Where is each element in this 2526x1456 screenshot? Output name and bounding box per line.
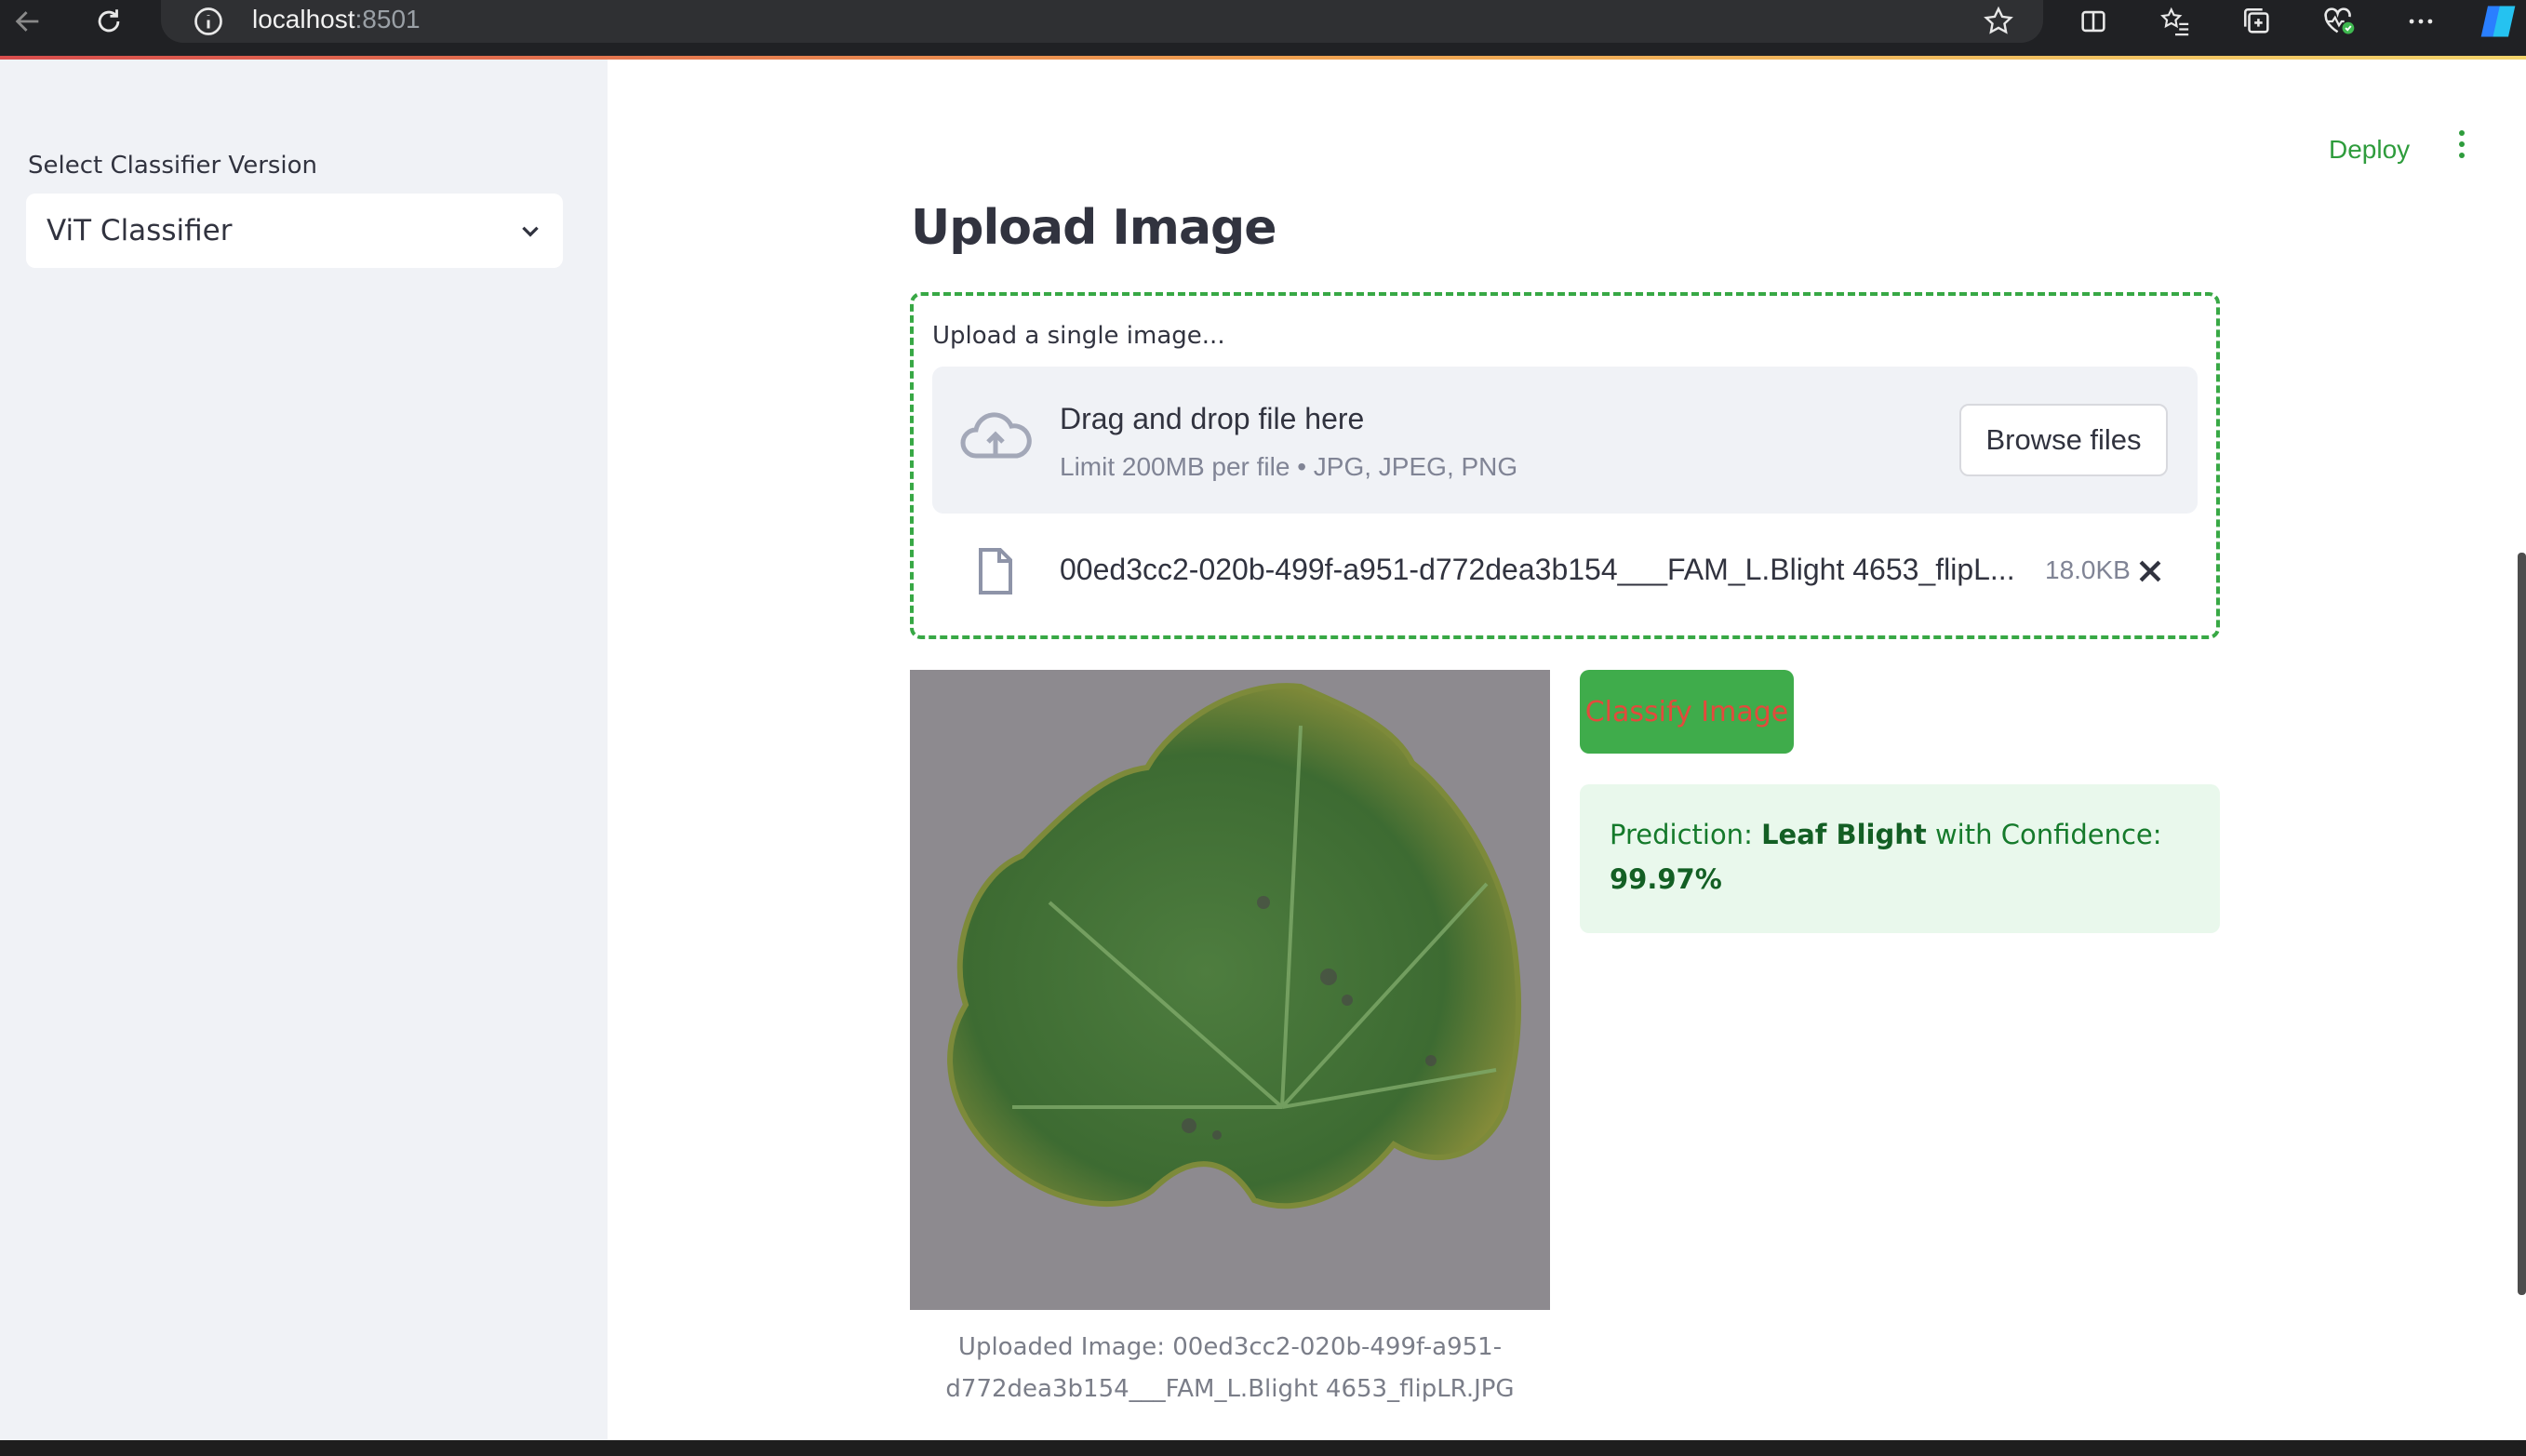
collections-button[interactable] (2229, 0, 2285, 43)
vertical-scrollbar[interactable] (2518, 553, 2526, 1295)
split-screen-icon (2081, 10, 2105, 33)
cloud-upload-icon (960, 412, 1032, 459)
url-text: localhost:8501 (252, 5, 421, 33)
image-caption: Uploaded Image: 00ed3cc2-020b-499f-a951-… (945, 1333, 1515, 1403)
collections-icon (2243, 7, 2269, 33)
favorites-list-icon (2160, 7, 2189, 36)
site-info-icon[interactable] (192, 5, 225, 38)
browse-files-button[interactable]: Browse files (1959, 404, 2168, 476)
copilot-button[interactable] (2470, 0, 2526, 43)
chevron-down-icon (522, 226, 539, 237)
favorite-star-icon[interactable] (1982, 5, 2015, 38)
uploaded-file-name: 00ed3cc2-020b-499f-a951-d772dea3b154___F… (1060, 553, 2015, 586)
classifier-select-value: ViT Classifier (47, 214, 233, 247)
taskbar-edge (0, 1440, 2526, 1456)
uploaded-file-size: 18.0KB (2045, 555, 2131, 584)
reload-button[interactable] (81, 0, 137, 43)
more-menu-button[interactable] (2393, 0, 2449, 43)
prediction-text: Prediction: Leaf Blight with Confidence:… (1610, 819, 2162, 895)
split-screen-button[interactable] (2065, 0, 2121, 43)
prediction-confidence: 99.97% (1610, 863, 1722, 895)
main-menu-button[interactable] (2450, 128, 2474, 160)
deploy-button[interactable]: Deploy (2329, 135, 2410, 165)
classifier-select-label: Select Classifier Version (28, 152, 318, 180)
address-bar[interactable]: localhost:8501 (161, 0, 2043, 43)
reload-icon (98, 9, 120, 33)
page-title: Upload Image (911, 200, 1277, 256)
back-button[interactable] (0, 0, 56, 43)
prediction-alert: Prediction: Leaf Blight with Confidence:… (1580, 784, 2220, 933)
prediction-label: Leaf Blight (1761, 819, 1927, 850)
classify-image-button[interactable]: Classify Image (1580, 670, 1794, 754)
drop-instruction: Drag and drop file here (1060, 402, 1365, 435)
browser-toolbar: localhost:8501 (0, 0, 2526, 56)
file-limit-text: Limit 200MB per file • JPG, JPEG, PNG (1060, 452, 1518, 481)
more-dots-icon (2409, 19, 2433, 24)
file-icon (979, 548, 1012, 594)
uploader-label: Upload a single image... (932, 322, 1225, 350)
health-heart-icon (2324, 7, 2355, 34)
classifier-select[interactable]: ViT Classifier (26, 194, 563, 268)
main-content (608, 60, 2526, 1440)
uploaded-image (910, 670, 1550, 1310)
back-arrow-icon (15, 11, 39, 32)
copilot-icon (2480, 6, 2516, 37)
remove-file-icon[interactable] (2134, 555, 2166, 587)
leaf-image (910, 670, 1550, 1310)
browser-essentials-button[interactable] (2311, 0, 2367, 43)
favorites-button[interactable] (2147, 0, 2203, 43)
